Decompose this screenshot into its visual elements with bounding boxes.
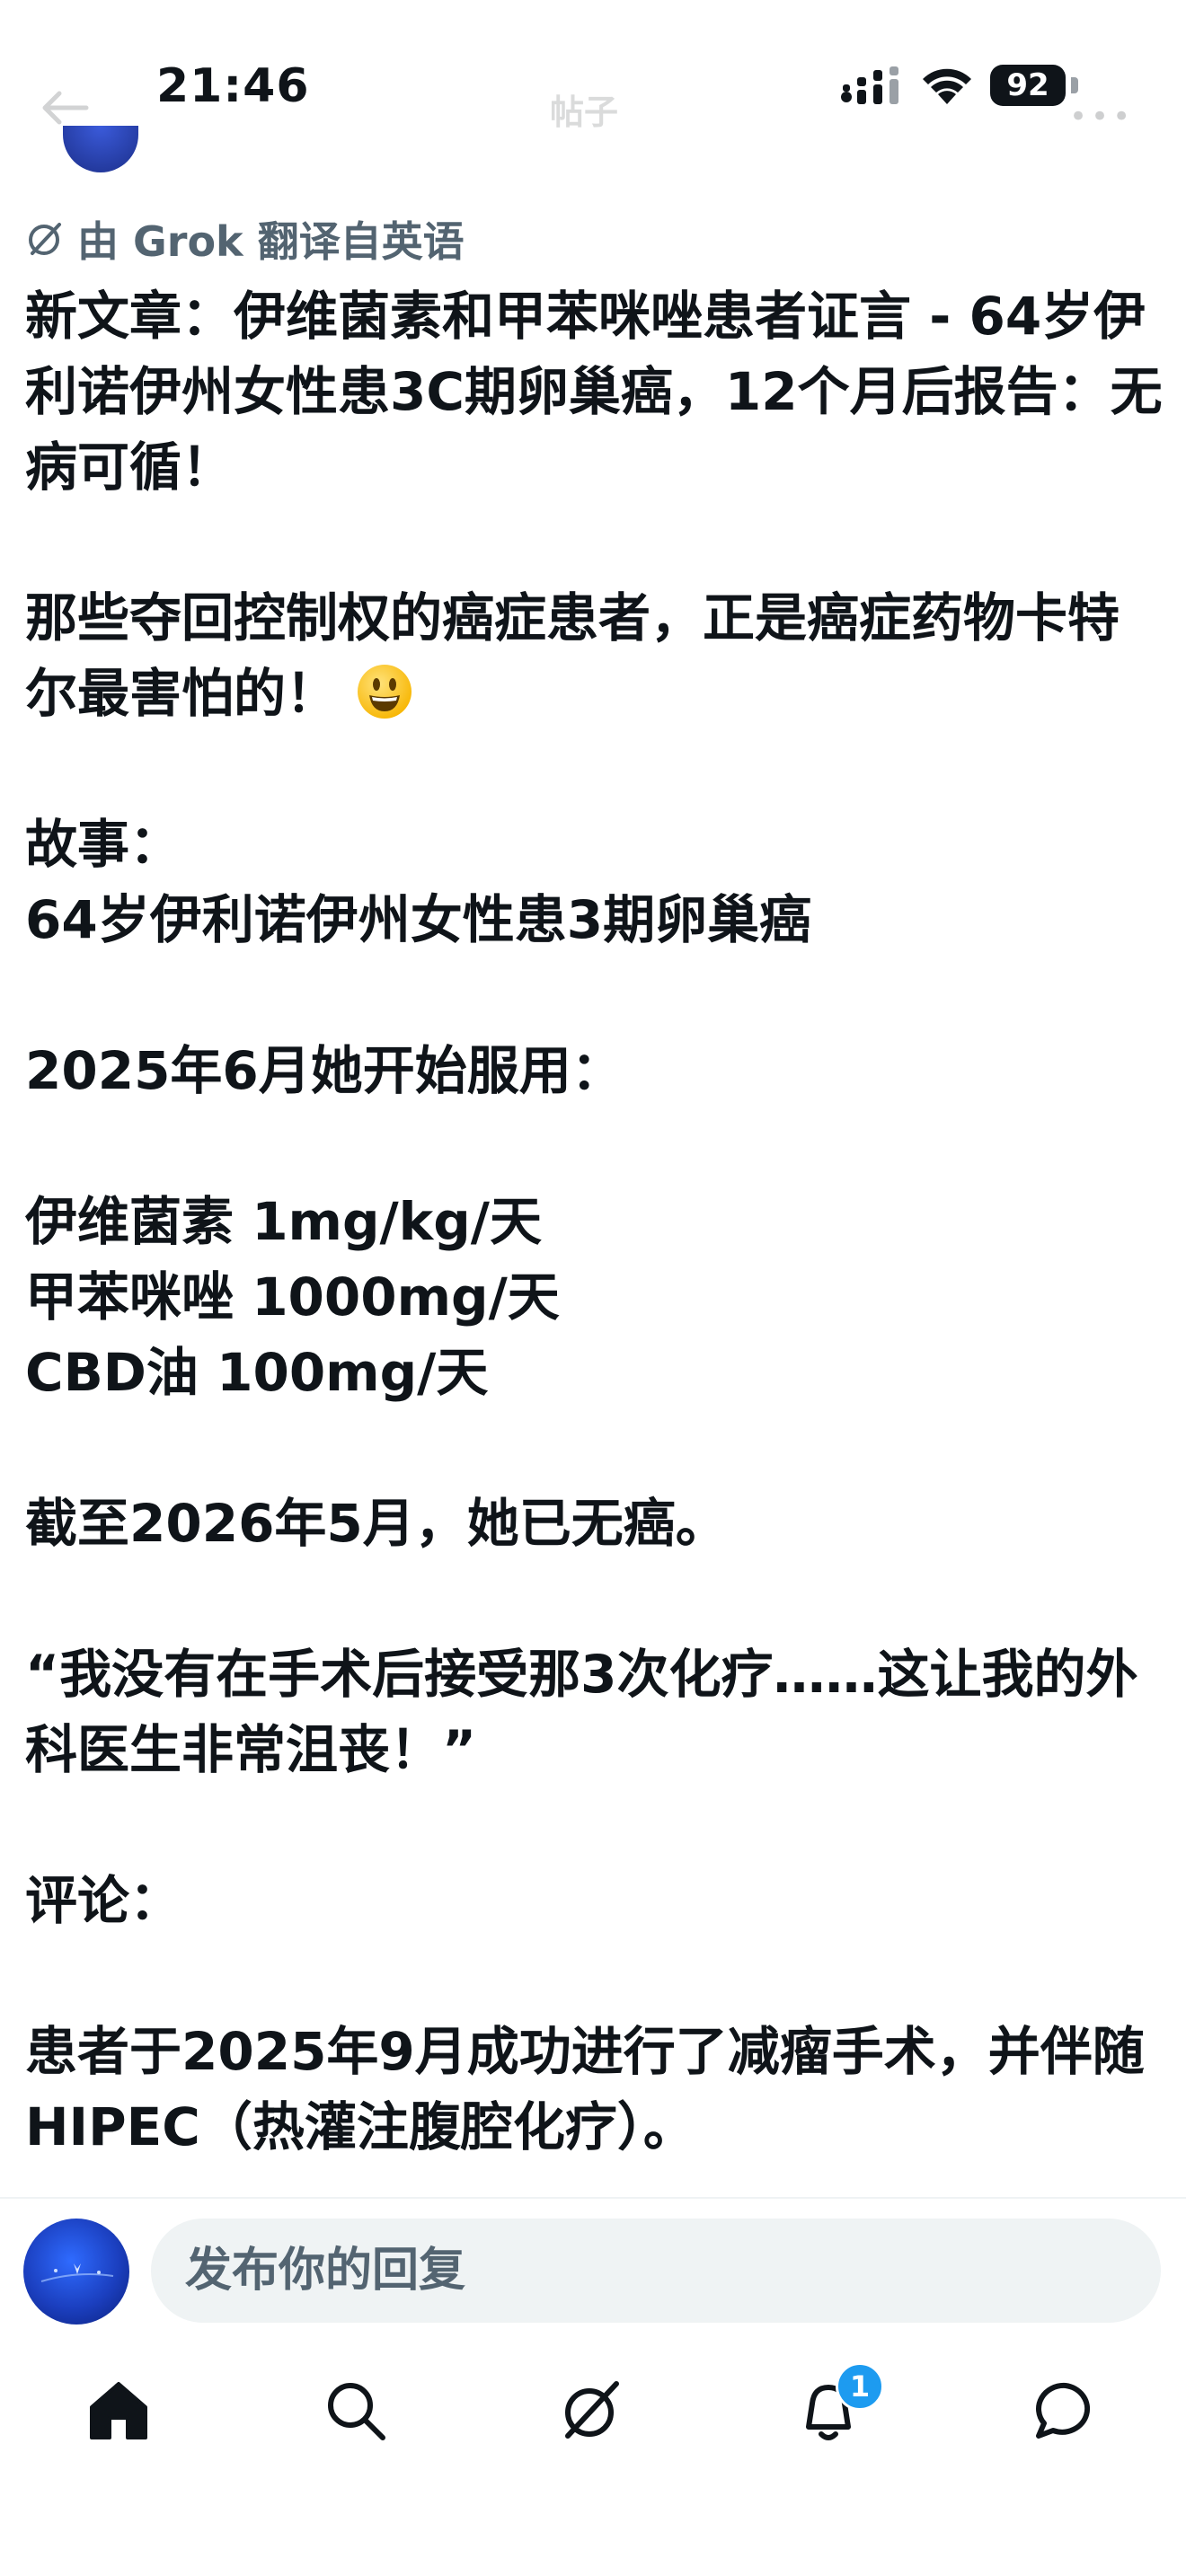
status-bar: 帖子 ••• 21:46 92 [0,0,1186,172]
post-paragraph: “我没有在手术后接受那3次化疗……这让我的外科医生非常沮丧！” [25,1644,1138,1780]
post-body: 新文章：伊维菌素和甲苯咪唑患者证言 - 64岁伊利诺伊州女性患3C期卵巢癌，12… [25,278,1164,2165]
translation-label: 由 Grok 翻译自英语 [77,217,465,266]
wifi-icon [923,68,971,104]
post-paragraph-with-emoji: 那些夺回控制权的癌症患者，正是癌症药物卡特尔最害怕的！ [25,580,1164,731]
post-paragraph: 患者于2025年9月成功进行了减瘤手术，并伴随HIPEC（热灌注腹腔化疗）。 [25,2021,1145,2157]
battery-tip [1071,77,1078,93]
reply-input[interactable] [151,2219,1161,2323]
tab-grok[interactable] [557,2377,625,2445]
grok-icon [29,223,61,255]
grok-icon [565,2381,619,2439]
post-paragraph: 截至2026年5月，她已无癌。 [25,1493,728,1554]
battery-indicator: 92 [990,65,1066,106]
bottom-tab-bar: 1 [0,2330,1186,2492]
header-title: 帖子 [550,93,619,132]
tab-search[interactable] [322,2377,390,2445]
post-paragraph: 新文章：伊维菌素和甲苯咪唑患者证言 - 64岁伊利诺伊州女性患3C期卵巢癌，12… [25,286,1163,498]
tab-home[interactable] [84,2377,153,2445]
post-paragraph: 2025年6月她开始服用： [25,1040,624,1101]
translation-info[interactable]: 由 Grok 翻译自英语 [25,212,465,266]
post-paragraph: 故事： 64岁伊利诺伊州女性患3期卵巢癌 [25,814,812,950]
author-avatar[interactable] [63,126,138,172]
home-icon [90,2382,147,2439]
cellular-signal-icon [841,66,898,104]
notification-badge: 1 [836,2362,884,2411]
back-arrow-icon[interactable] [40,90,90,126]
user-avatar[interactable] [23,2219,129,2325]
post-paragraph: 伊维菌素 1mg/kg/天 甲苯咪唑 1000mg/天 CBD油 100mg/天 [25,1191,560,1403]
post-paragraph: 评论： [25,1870,182,1931]
status-time: 21:46 [156,59,310,113]
reply-composer [0,2197,1186,2332]
smiley-emoji-icon [358,665,412,719]
messages-icon [1036,2382,1091,2439]
tab-messages[interactable] [1031,2377,1100,2445]
post-paragraph: 那些夺回控制权的癌症患者，正是癌症药物卡特尔最害怕的！ [25,587,1120,724]
search-icon [328,2383,385,2440]
more-options-icon[interactable]: ••• [1069,99,1134,135]
